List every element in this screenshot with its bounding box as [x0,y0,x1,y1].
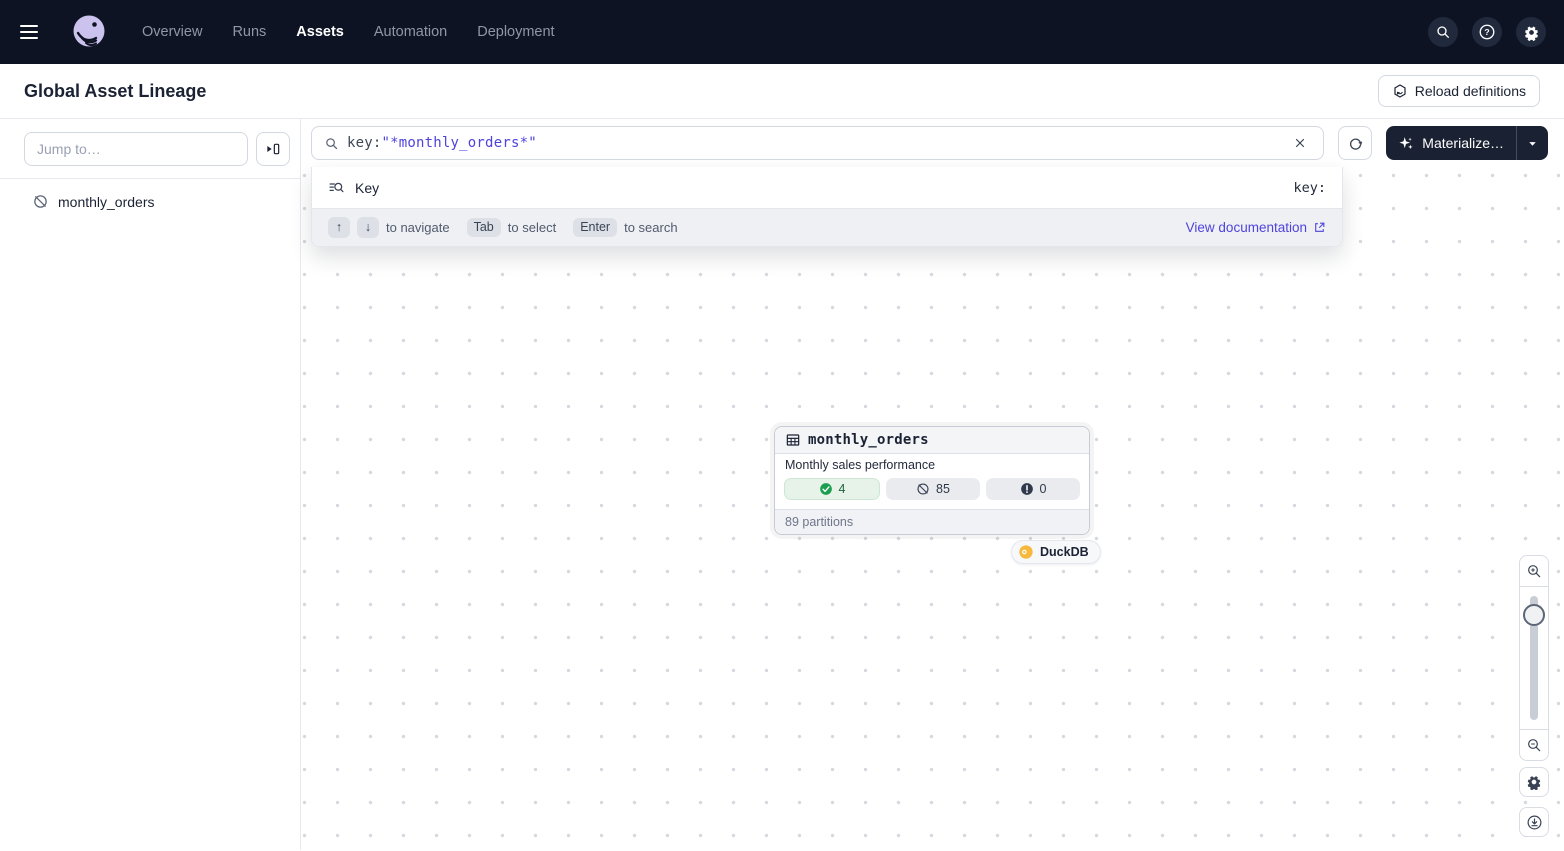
arrow-down-key-icon: ↓ [357,217,379,238]
close-icon [1293,136,1307,150]
view-documentation-label: View documentation [1186,220,1307,235]
sidebar-item-monthly-orders[interactable]: monthly_orders [0,189,300,214]
kind-tag-label: DuckDB [1040,545,1089,559]
zoom-out-icon [1526,737,1542,753]
zoom-in-button[interactable] [1520,556,1548,587]
suggestion-hint: key: [1293,180,1326,196]
dagster-logo[interactable] [70,13,108,51]
asset-node-header: monthly_orders [775,427,1089,454]
page-title: Global Asset Lineage [24,81,206,102]
search-icon [1435,24,1451,40]
nav-item-assets[interactable]: Assets [296,24,344,40]
materialize-split-button: Materialize… [1386,126,1548,160]
search-hint-text: to search [624,220,677,235]
missing-partitions-badge[interactable]: 85 [886,478,980,500]
top-navbar: Overview Runs Assets Automation Deployme… [0,0,1564,64]
materialized-partitions-badge[interactable]: 4 [784,478,880,500]
sparkle-icon [1398,135,1415,152]
view-documentation-link[interactable]: View documentation [1186,220,1326,235]
recenter-view-button[interactable] [1519,807,1549,837]
suggestion-row-key[interactable]: Key key: [312,167,1342,208]
check-circle-icon [819,482,833,496]
slashed-circle-icon [916,482,930,496]
search-query-value: "*monthly_orders*" [382,135,537,151]
help-icon: ? [1478,23,1496,41]
gear-icon [1523,24,1540,41]
nav-item-overview[interactable]: Overview [142,24,202,40]
refresh-icon [1347,135,1364,152]
lineage-canvas[interactable]: key:"*monthly_orders*" [301,119,1564,850]
table-icon [785,432,801,448]
asset-search-input[interactable]: key:"*monthly_orders*" [311,126,1324,160]
gear-icon [1526,774,1542,790]
arrow-down-circle-icon [1526,814,1543,831]
materialized-count: 4 [839,482,846,496]
refresh-graph-button[interactable] [1338,126,1372,160]
search-query-prefix: key: [347,135,382,151]
zoom-out-button[interactable] [1520,729,1548,760]
failed-partitions-badge[interactable]: 0 [986,478,1080,500]
help-button[interactable]: ? [1472,17,1502,47]
search-icon [324,136,339,151]
search-suggestions-dropdown: Key key: ↑ ↓ to navigate Tab to select E… [311,167,1343,247]
zoom-slider-handle[interactable] [1523,604,1545,626]
page-header: Global Asset Lineage Reload definitions [0,64,1564,119]
code-location-icon [1392,83,1408,99]
sidebar-item-label: monthly_orders [58,194,155,210]
materialize-label: Materialize… [1422,135,1504,151]
hamburger-menu-icon[interactable] [20,18,48,46]
jump-to-input[interactable] [24,132,248,166]
alert-circle-icon [1020,482,1034,496]
slashed-circle-icon [32,193,49,210]
external-link-icon [1313,221,1326,234]
graph-settings-button[interactable] [1519,767,1549,797]
missing-count: 85 [936,482,950,496]
reload-definitions-button[interactable]: Reload definitions [1378,75,1540,107]
zoom-controls [1519,555,1549,761]
materialize-button[interactable]: Materialize… [1386,126,1516,160]
tab-key: Tab [467,218,501,237]
nav-item-runs[interactable]: Runs [232,24,266,40]
lineage-sidebar: monthly_orders [0,119,301,850]
select-hint-text: to select [508,220,556,235]
dropdown-footer: ↑ ↓ to navigate Tab to select Enter to s… [312,208,1342,246]
filter-search-icon [328,179,345,196]
duckdb-icon [1018,544,1034,560]
svg-text:?: ? [1484,27,1489,37]
collapse-panel-button[interactable] [256,132,290,166]
primary-nav: Overview Runs Assets Automation Deployme… [142,24,555,40]
navigate-hint-text: to navigate [386,220,450,235]
settings-button[interactable] [1516,17,1546,47]
chevron-down-icon [1527,138,1538,149]
partitions-summary: 89 partitions [775,509,1089,534]
asset-node-description: Monthly sales performance [775,454,1089,475]
arrow-up-key-icon: ↑ [328,217,350,238]
panel-collapse-icon [265,141,281,157]
suggestion-label: Key [355,180,379,196]
failed-count: 0 [1040,482,1047,496]
materialize-dropdown-button[interactable] [1516,126,1548,160]
reload-definitions-label: Reload definitions [1415,83,1526,99]
asset-node-title: monthly_orders [808,432,929,448]
kind-tag-duckdb[interactable]: DuckDB [1011,540,1101,564]
nav-item-deployment[interactable]: Deployment [477,24,554,40]
enter-key: Enter [573,218,617,237]
partition-badges: 4 85 0 [775,475,1089,509]
clear-search-button[interactable] [1289,132,1311,154]
nav-item-automation[interactable]: Automation [374,24,447,40]
lineage-toolbar: key:"*monthly_orders*" [301,119,1564,167]
asset-node-monthly-orders[interactable]: monthly_orders Monthly sales performance… [774,426,1090,535]
search-button[interactable] [1428,17,1458,47]
zoom-in-icon [1526,563,1542,579]
